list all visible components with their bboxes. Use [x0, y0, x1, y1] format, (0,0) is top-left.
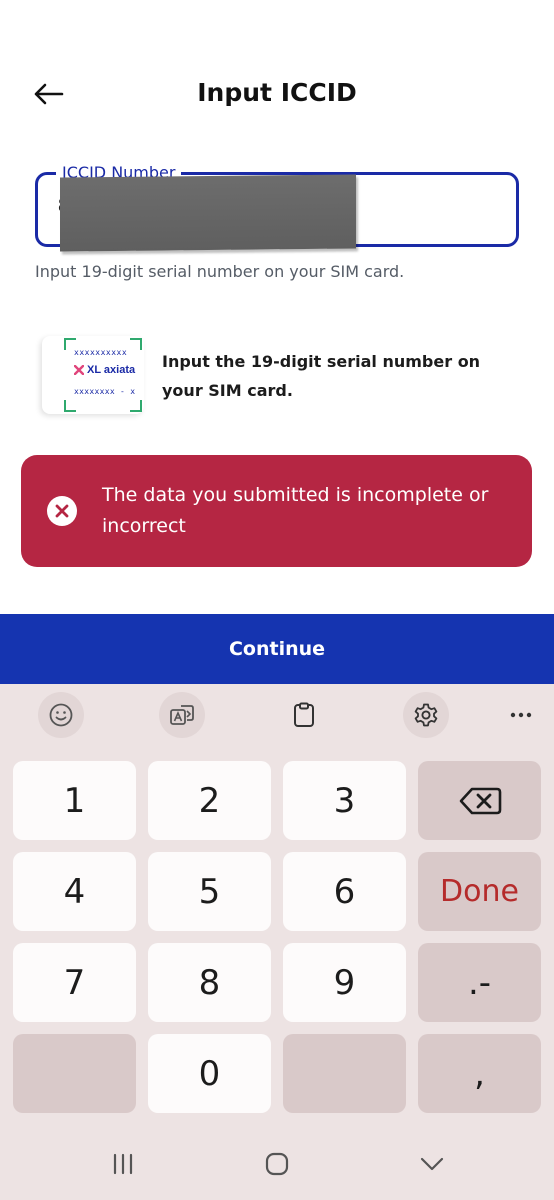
- continue-button-label: Continue: [228, 638, 326, 660]
- sim-brand: XL axiata: [74, 364, 135, 376]
- key-8[interactable]: 8: [148, 943, 271, 1022]
- close-circle-icon: [47, 496, 77, 526]
- emoji-button[interactable]: [38, 692, 84, 738]
- key-9[interactable]: 9: [283, 943, 406, 1022]
- back-nav-button[interactable]: [402, 1144, 462, 1184]
- xl-logo-icon: [74, 365, 84, 375]
- blank-key[interactable]: [13, 1034, 136, 1113]
- dot-dash-key[interactable]: .-: [418, 943, 541, 1022]
- emoji-icon: [49, 703, 73, 727]
- key-2[interactable]: 2: [148, 761, 271, 840]
- home-button[interactable]: [247, 1144, 307, 1184]
- sim-brand-label: XL axiata: [87, 364, 136, 376]
- sim-hint-text: Input the 19-digit serial number on your…: [162, 352, 481, 400]
- recent-apps-button[interactable]: [93, 1144, 153, 1184]
- blank-key[interactable]: [283, 1034, 406, 1113]
- translate-icon: [170, 705, 194, 725]
- numeric-keyboard: 1 2 3 4 5 6 Done 7 8 9 .- 0 ,: [0, 746, 554, 1126]
- sim-serial-suffix: xxxxxxxx - x: [74, 387, 136, 396]
- key-0[interactable]: 0: [148, 1034, 271, 1113]
- clipboard-icon: [294, 702, 314, 727]
- app-header: Input ICCID: [0, 0, 554, 170]
- more-options-button[interactable]: [498, 692, 544, 738]
- translate-button[interactable]: [159, 692, 205, 738]
- scan-corner: [130, 400, 142, 412]
- done-key[interactable]: Done: [418, 852, 541, 931]
- keyboard-toolbar: [0, 684, 554, 746]
- clipboard-button[interactable]: [281, 692, 327, 738]
- key-6[interactable]: 6: [283, 852, 406, 931]
- key-1[interactable]: 1: [13, 761, 136, 840]
- key-3[interactable]: 3: [283, 761, 406, 840]
- continue-button[interactable]: Continue: [0, 614, 554, 684]
- back-chevron-icon: [420, 1157, 444, 1171]
- redaction-overlay: [60, 174, 356, 252]
- backspace-icon: [459, 787, 501, 814]
- sim-card-illustration: xxxxxxxxxx XL axiata xxxxxxxx - x: [42, 336, 144, 414]
- settings-icon: [414, 703, 438, 727]
- recent-apps-icon: [113, 1153, 133, 1175]
- iccid-helper-text: Input 19-digit serial number on your SIM…: [35, 262, 405, 281]
- comma-key[interactable]: ,: [418, 1034, 541, 1113]
- home-icon: [265, 1152, 289, 1176]
- key-4[interactable]: 4: [13, 852, 136, 931]
- error-toast: The data you submitted is incomplete or …: [21, 455, 532, 567]
- backspace-key[interactable]: [418, 761, 541, 840]
- key-7[interactable]: 7: [13, 943, 136, 1022]
- sim-serial-placeholder: xxxxxxxxxx: [74, 348, 128, 357]
- scan-corner: [130, 338, 142, 350]
- settings-button[interactable]: [403, 692, 449, 738]
- system-nav-bar: [0, 1126, 554, 1200]
- scan-corner: [64, 400, 76, 412]
- error-message: The data you submitted is incomplete or …: [102, 484, 489, 537]
- more-icon: [510, 712, 532, 718]
- page-title: Input ICCID: [197, 78, 357, 107]
- key-5[interactable]: 5: [148, 852, 271, 931]
